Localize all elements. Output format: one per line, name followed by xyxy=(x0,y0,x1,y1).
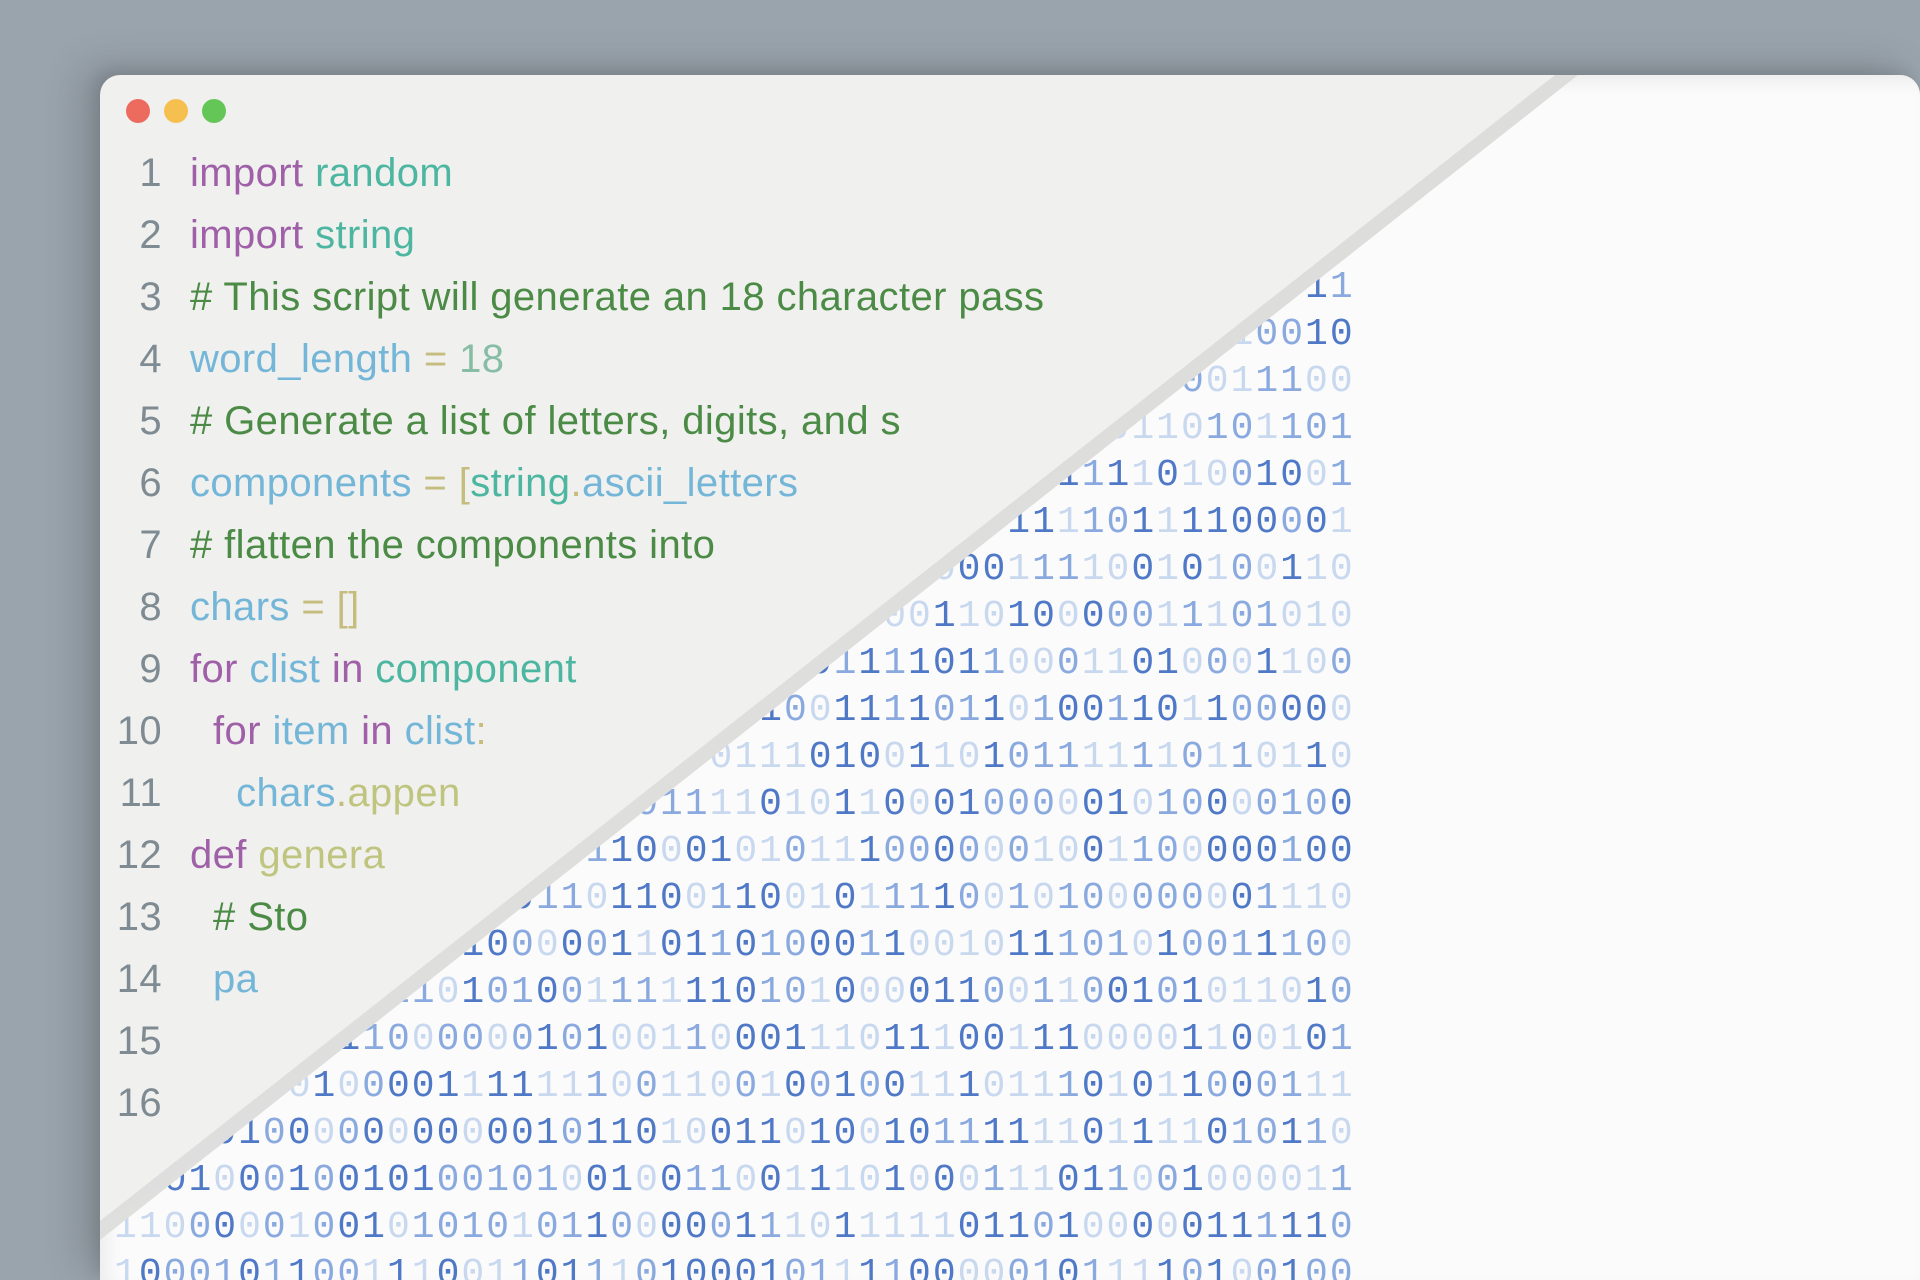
window-traffic-lights xyxy=(126,99,226,123)
code-text: components = [string.ascii_letters xyxy=(190,463,798,503)
line-number: 6 xyxy=(106,463,162,503)
line-number: 5 xyxy=(106,401,162,441)
line-number: 7 xyxy=(106,525,162,565)
code-text: for item in clist: xyxy=(190,711,487,751)
line-number: 15 xyxy=(106,1021,162,1061)
code-text: import string xyxy=(190,215,415,255)
code-text: # This script will generate an 18 charac… xyxy=(190,277,1044,317)
code-text: pa xyxy=(190,959,258,999)
line-number: 2 xyxy=(106,215,162,255)
line-number: 8 xyxy=(106,587,162,627)
code-text: # Generate a list of letters, digits, an… xyxy=(190,401,901,441)
line-number: 11 xyxy=(106,773,162,813)
code-text: word_length = 18 xyxy=(190,339,504,379)
line-number: 12 xyxy=(106,835,162,875)
line-number: 14 xyxy=(106,959,162,999)
editor-window: 1 import random 2 import string 3 # This scri… xyxy=(100,75,1920,1280)
code-text: # Sto xyxy=(190,897,308,937)
line-number: 10 xyxy=(106,711,162,751)
code-text: # flatten the components into xyxy=(190,525,715,565)
line-number: 3 xyxy=(106,277,162,317)
code-text: for clist in component xyxy=(190,649,577,689)
close-icon[interactable] xyxy=(126,99,150,123)
line-number: 9 xyxy=(106,649,162,689)
line-number: 1 xyxy=(106,153,162,193)
line-number: 16 xyxy=(106,1083,162,1123)
code-text: chars = [] xyxy=(190,587,360,627)
minimize-icon[interactable] xyxy=(164,99,188,123)
code-text: chars.appen xyxy=(190,773,461,813)
code-text: import random xyxy=(190,153,453,193)
line-number: 4 xyxy=(106,339,162,379)
code-text: def genera xyxy=(190,835,385,875)
line-number: 13 xyxy=(106,897,162,937)
zoom-icon[interactable] xyxy=(202,99,226,123)
